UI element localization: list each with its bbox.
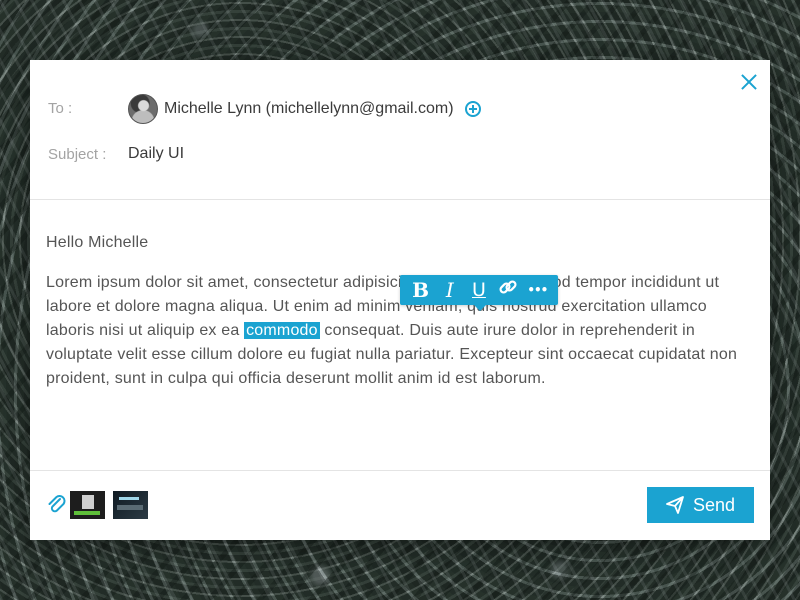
send-button[interactable]: Send [647, 487, 754, 523]
attachment-thumbnail[interactable] [70, 491, 105, 519]
message-greeting[interactable]: Hello Michelle [46, 234, 148, 252]
footer-divider [30, 470, 770, 471]
subject-label: Subject : [48, 146, 107, 163]
avatar [128, 94, 158, 124]
recipient-chip[interactable]: Michelle Lynn (michellelynn@gmail.com) [128, 94, 481, 124]
paper-plane-icon [666, 496, 684, 514]
bold-button[interactable]: B [409, 275, 433, 305]
attachment-thumbnail[interactable] [113, 491, 148, 519]
to-label: To : [48, 100, 73, 117]
close-icon[interactable] [740, 73, 758, 91]
italic-button[interactable]: I [438, 275, 462, 305]
more-options-button[interactable]: ••• [525, 275, 549, 305]
plus-circle-icon[interactable] [464, 101, 481, 117]
underline-button[interactable]: U [467, 275, 491, 305]
selected-text[interactable]: commodo [244, 322, 320, 339]
paperclip-icon[interactable] [46, 494, 68, 516]
format-toolbar: B I U ••• [400, 275, 558, 311]
link-icon[interactable] [496, 275, 520, 305]
recipient-name: Michelle Lynn (michellelynn@gmail.com) [164, 100, 454, 117]
header-divider [30, 199, 770, 200]
compose-card: To : Michelle Lynn (michellelynn@gmail.c… [30, 60, 770, 540]
subject-field[interactable]: Daily UI [128, 145, 184, 163]
send-label: Send [692, 494, 736, 515]
